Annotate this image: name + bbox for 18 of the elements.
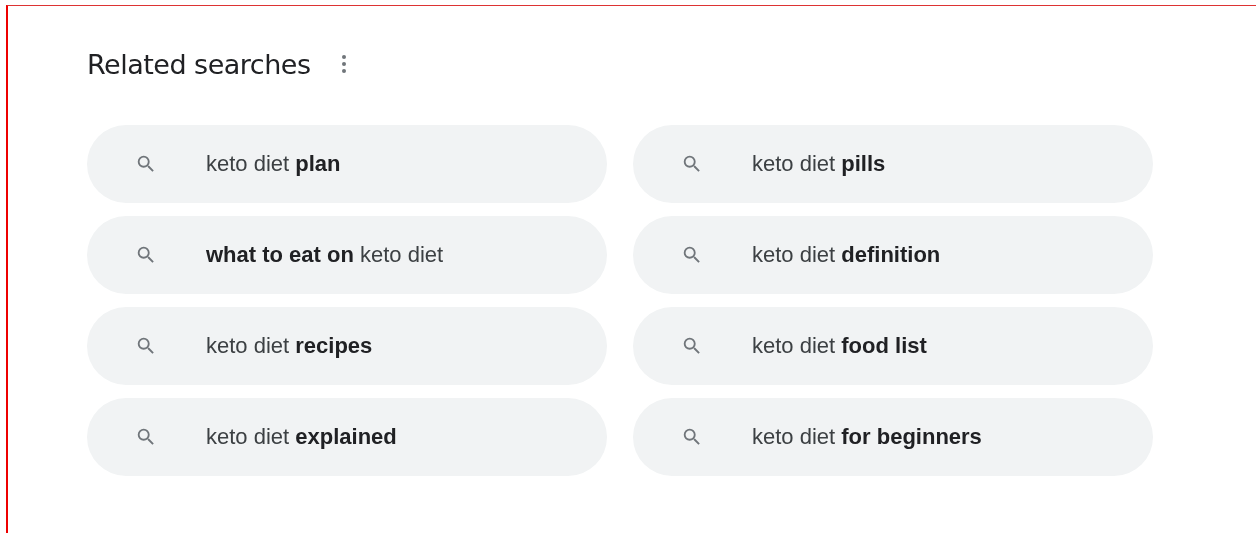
related-search-chip[interactable]: keto diet explained <box>87 398 607 476</box>
related-search-chip[interactable]: keto diet food list <box>633 307 1153 385</box>
related-search-chip[interactable]: keto diet definition <box>633 216 1153 294</box>
related-search-chip[interactable]: keto diet pills <box>633 125 1153 203</box>
search-icon <box>135 426 157 448</box>
related-search-chip[interactable]: keto diet for beginners <box>633 398 1153 476</box>
more-options-icon[interactable] <box>340 54 347 74</box>
related-search-chip[interactable]: keto diet recipes <box>87 307 607 385</box>
search-icon <box>681 335 703 357</box>
section-heading: Related searches <box>87 48 311 80</box>
related-search-chip[interactable]: keto diet plan <box>87 125 607 203</box>
search-icon <box>681 244 703 266</box>
related-search-chip[interactable]: what to eat on keto diet <box>87 216 607 294</box>
search-icon <box>135 244 157 266</box>
search-icon <box>681 426 703 448</box>
search-icon <box>135 335 157 357</box>
search-icon <box>135 153 157 175</box>
search-icon <box>681 153 703 175</box>
